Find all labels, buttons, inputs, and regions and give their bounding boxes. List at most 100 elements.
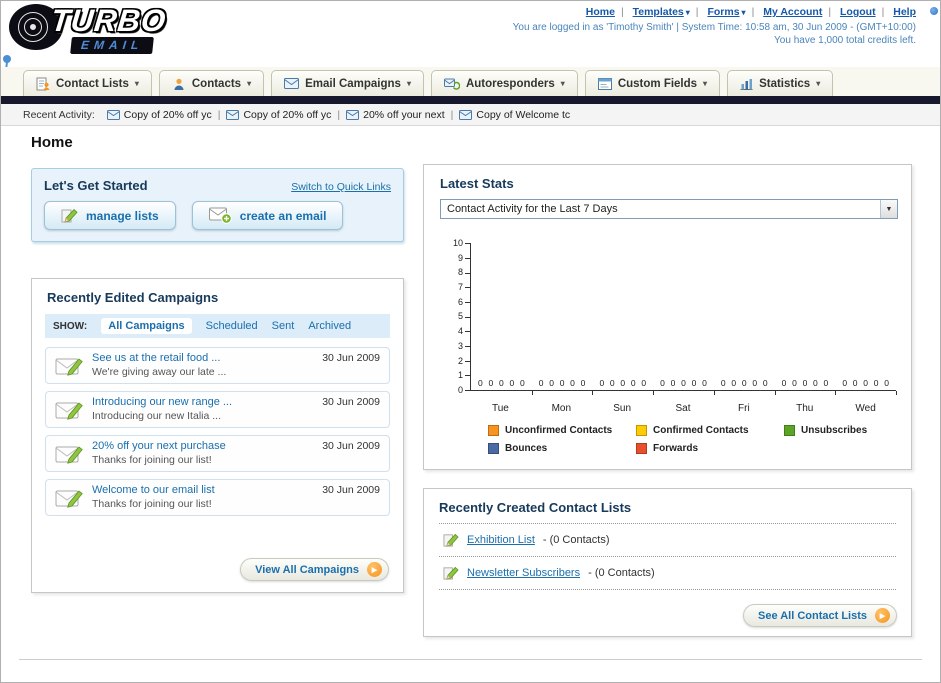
- recent-activity-item[interactable]: Copy of Welcome tc: [459, 109, 570, 121]
- nav-link-logout[interactable]: Logout: [840, 6, 876, 18]
- tab-email-campaigns[interactable]: Email Campaigns ▾: [271, 70, 424, 96]
- view-all-campaigns-button[interactable]: View All Campaigns ▶: [240, 558, 389, 581]
- y-axis-label: 0: [458, 385, 470, 395]
- filter-scheduled[interactable]: Scheduled: [206, 320, 258, 332]
- contact-list-link[interactable]: Exhibition List: [467, 534, 535, 546]
- tab-autoresponders[interactable]: Autoresponders ▾: [430, 70, 578, 96]
- campaign-date: 30 Jun 2009: [322, 484, 380, 496]
- legend-swatch: [488, 443, 499, 454]
- nav-divider-bar: [1, 96, 940, 104]
- chevron-down-icon: ▾: [703, 79, 708, 88]
- nav-link-templates[interactable]: Templates ▾: [633, 6, 690, 18]
- y-axis-label: 3: [458, 341, 470, 351]
- campaign-date: 30 Jun 2009: [322, 440, 380, 452]
- y-axis-label: 10: [453, 239, 470, 248]
- contact-list-row[interactable]: Exhibition List - (0 Contacts): [439, 524, 896, 557]
- manage-lists-button[interactable]: manage lists: [44, 201, 176, 230]
- chart-value-label: 0: [580, 378, 586, 388]
- chart-value-label: 0: [691, 378, 697, 388]
- pencil-icon: [61, 209, 78, 223]
- top-nav: Home Templates▾ Forms▾ My Account Logout…: [586, 6, 916, 18]
- campaign-title-link[interactable]: See us at the retail food ...: [92, 352, 313, 364]
- contact-list-link[interactable]: Newsletter Subscribers: [467, 567, 580, 579]
- contact-list-row[interactable]: Newsletter Subscribers - (0 Contacts): [439, 557, 896, 590]
- chart-value-label: 0: [842, 378, 848, 388]
- nav-link-forms[interactable]: Forms ▾: [707, 6, 745, 18]
- decorative-pin-icon: [3, 55, 11, 63]
- tab-custom-fields[interactable]: Custom Fields ▾: [584, 70, 721, 96]
- legend-label: Confirmed Contacts: [653, 425, 749, 436]
- campaign-row[interactable]: See us at the retail food ... We're givin…: [45, 347, 390, 384]
- campaign-edit-icon: [55, 446, 83, 464]
- tab-label: Contacts: [191, 77, 242, 90]
- legend-item: Bounces: [488, 443, 636, 454]
- recent-activity-text: Copy of 20% off yc: [123, 108, 212, 121]
- legend-item: Unconfirmed Contacts: [488, 425, 636, 436]
- x-axis-label: Sat: [675, 403, 691, 414]
- campaign-title-link[interactable]: Welcome to our email list: [92, 484, 313, 496]
- chart-value-label: 0: [884, 378, 889, 388]
- campaign-row[interactable]: Welcome to our email list Thanks for join…: [45, 479, 390, 516]
- tab-contact-lists[interactable]: Contact Lists ▾: [23, 70, 152, 96]
- nav-link-home[interactable]: Home: [586, 6, 615, 18]
- contact-list-count: - (0 Contacts): [588, 567, 655, 579]
- campaign-filter-bar: SHOW: All Campaigns Scheduled Sent Archi…: [45, 314, 390, 338]
- login-info: You are logged in as 'Timothy Smith' | S…: [512, 22, 916, 33]
- chart-value-label: 0: [519, 378, 525, 388]
- page-title: Home: [31, 134, 73, 151]
- envelope-icon: [346, 109, 360, 120]
- filter-all-campaigns[interactable]: All Campaigns: [101, 318, 192, 334]
- app-logo[interactable]: TURBO EMAIL: [9, 3, 168, 54]
- legend-item: Forwards: [636, 443, 784, 454]
- chart-value-label: 0: [681, 378, 686, 388]
- filter-sent[interactable]: Sent: [272, 320, 295, 332]
- campaign-title-link[interactable]: Introducing our new range ...: [92, 396, 313, 408]
- nav-link-label: Logout: [840, 6, 876, 18]
- chart-value-label: 0: [498, 378, 504, 388]
- y-axis-label: 1: [458, 371, 470, 380]
- chart-value-label: 0: [781, 378, 787, 388]
- nav-link-help[interactable]: Help: [893, 6, 916, 18]
- recent-activity-item[interactable]: Copy of 20% off yc: [106, 108, 212, 121]
- campaign-title-link[interactable]: 20% off your next purchase: [92, 440, 313, 452]
- legend-swatch: [488, 425, 499, 436]
- legend-label: Bounces: [505, 443, 548, 454]
- create-email-button[interactable]: create an email: [191, 201, 344, 230]
- pencil-icon: [443, 533, 459, 547]
- recent-activity-item[interactable]: 20% off your next: [346, 109, 445, 121]
- tab-label: Autoresponders: [465, 77, 555, 90]
- tab-statistics[interactable]: Statistics ▾: [727, 70, 834, 96]
- latest-stats-panel: Latest Stats Contact Activity for the La…: [423, 164, 912, 470]
- chart-value-label: 0: [752, 378, 758, 388]
- see-all-contact-lists-button[interactable]: See All Contact Lists ▶: [742, 604, 897, 627]
- chart-group: 00000: [714, 243, 776, 395]
- legend-item: Confirmed Contacts: [636, 425, 784, 436]
- main-nav-tabs: Contact Lists ▾ Contacts ▾ Email Campaig…: [1, 67, 940, 96]
- campaign-edit-icon: [55, 490, 83, 508]
- contact-lists-panel-title: Recently Created Contact Lists: [439, 500, 896, 524]
- tab-contacts[interactable]: Contacts ▾: [158, 70, 265, 96]
- campaign-row[interactable]: Introducing our new range ... Introducing…: [45, 391, 390, 428]
- contact-activity-chart: 10 9 8 7 6 5 4 3 2 1 0 000000000000000000000000000…: [444, 239, 897, 414]
- y-axis-label: 5: [458, 312, 470, 321]
- view-all-campaigns-label: View All Campaigns: [255, 563, 359, 576]
- nav-separator: [615, 6, 630, 18]
- x-axis-label: Fri: [738, 403, 750, 414]
- filter-archived[interactable]: Archived: [308, 320, 351, 332]
- nav-link-my-account[interactable]: My Account: [763, 6, 822, 18]
- envelope-icon: [106, 109, 120, 120]
- email-campaigns-icon: [284, 78, 300, 89]
- recent-activity-bar: Recent Activity: Copy of 20% off yc Copy…: [1, 104, 940, 126]
- stats-period-select[interactable]: Contact Activity for the Last 7 Days ▼: [440, 199, 898, 219]
- chart-group: 00000: [653, 243, 715, 395]
- header: TURBO EMAIL Home Templates▾ Forms▾ My Ac…: [1, 1, 940, 67]
- campaign-row[interactable]: 20% off your next purchase Thanks for joi…: [45, 435, 390, 472]
- legend-label: Unconfirmed Contacts: [505, 425, 613, 436]
- get-started-panel: Let's Get Started Switch to Quick Links …: [31, 168, 404, 242]
- legend-item: Unsubscribes: [784, 425, 932, 436]
- switch-quick-links-link[interactable]: Switch to Quick Links: [291, 181, 391, 193]
- arrow-right-icon: ▶: [367, 562, 382, 577]
- legend-swatch: [784, 425, 795, 436]
- recent-activity-item[interactable]: Copy of 20% off yc: [226, 109, 331, 121]
- x-axis-label: Mon: [551, 403, 572, 414]
